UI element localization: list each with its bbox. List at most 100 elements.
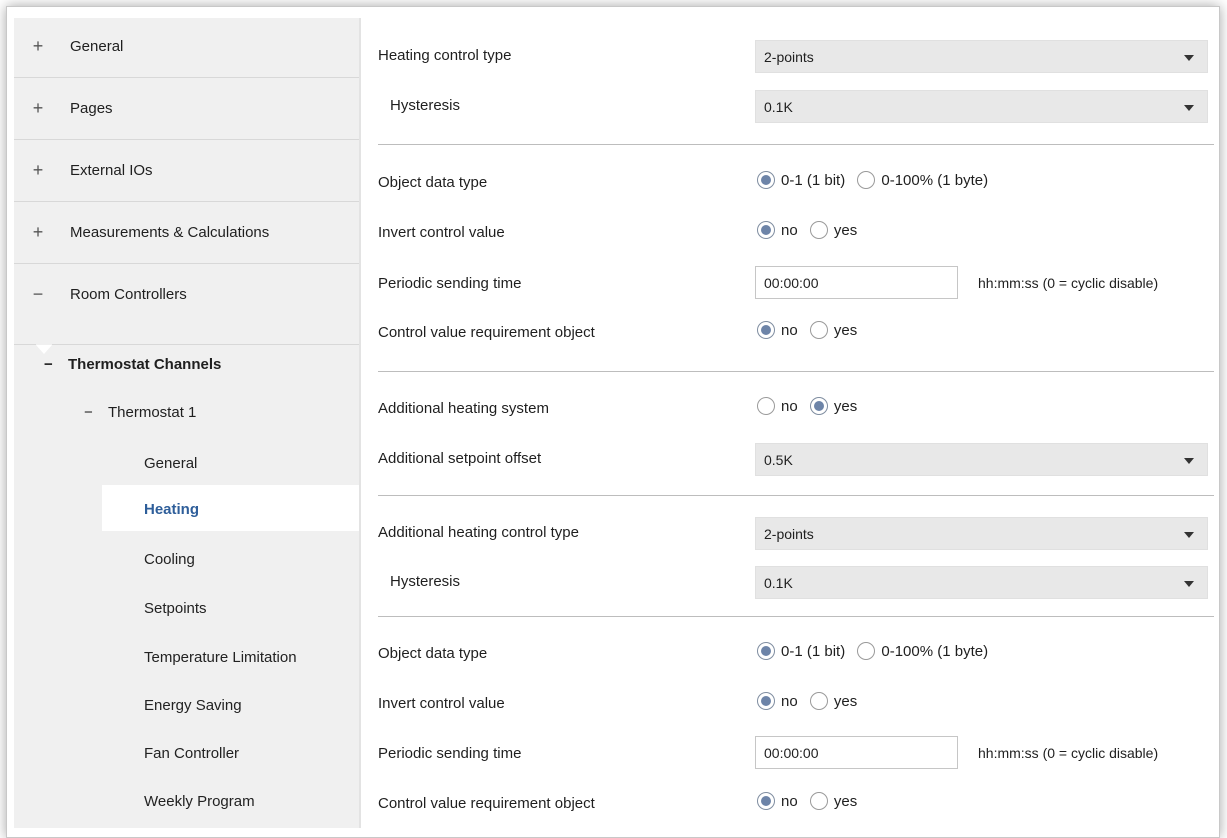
row-heating-control-type: Heating control type 2-points [362, 33, 1218, 79]
expand-plus-icon[interactable]: + [31, 160, 45, 180]
section-notch-icon [36, 345, 52, 354]
radio-label: 0-1 (1 bit) [781, 171, 846, 189]
hysteresis-2-select[interactable]: 0.1K [755, 566, 1208, 599]
radio-yes[interactable] [809, 397, 828, 416]
divider [14, 344, 36, 345]
requirement-2-radio-group: no yes [757, 792, 865, 811]
radio-label: 0-1 (1 bit) [781, 642, 846, 660]
radio-label: no [781, 792, 798, 810]
settings-panel: Heating control type 2-points Hysteresis… [362, 18, 1222, 828]
radio-label: no [781, 692, 798, 710]
sidebar-subitem-heating[interactable]: Heating [144, 501, 199, 518]
collapse-minus-icon[interactable]: − [31, 284, 45, 304]
sidebar-divider [359, 18, 361, 828]
collapse-minus-icon[interactable]: − [44, 356, 68, 373]
sidebar-subitem-fan-controller[interactable]: Fan Controller [144, 745, 239, 762]
requirement-radio-group: no yes [757, 321, 865, 340]
row-additional-heating-control-type: Additional heating control type 2-points [362, 510, 1218, 556]
sidebar-item-measurements[interactable]: + Measurements & Calculations [14, 204, 360, 264]
row-periodic-sending-time-2: Periodic sending time 00:00:00 hh:mm:ss … [362, 731, 1218, 777]
radio-1byte[interactable] [857, 171, 876, 190]
field-label: Hysteresis [390, 97, 461, 114]
field-label: Additional heating control type [378, 524, 579, 541]
field-label: Additional heating system [378, 400, 549, 417]
collapse-minus-icon[interactable]: − [84, 404, 108, 421]
radio-no[interactable] [757, 792, 775, 811]
tree-thermostat-channels[interactable]: − Thermostat Channels [44, 356, 221, 373]
sidebar-item-external-ios[interactable]: + External IOs [14, 142, 360, 202]
field-label: Invert control value [378, 695, 505, 712]
periodic-sending-time-2-input[interactable]: 00:00:00 [755, 736, 958, 769]
additional-system-radio-group: no yes [757, 397, 865, 416]
expand-plus-icon[interactable]: + [31, 222, 45, 242]
sidebar-subitem-setpoints[interactable]: Setpoints [144, 600, 207, 617]
sidebar-subitem-cooling[interactable]: Cooling [144, 551, 195, 568]
field-label: Object data type [378, 174, 488, 191]
sidebar-subitem-weekly-program[interactable]: Weekly Program [144, 793, 255, 810]
invert-2-radio-group: no yes [757, 692, 865, 711]
heating-control-type-select[interactable]: 2-points [755, 40, 1208, 73]
field-label: Additional setpoint offset [378, 450, 542, 467]
sidebar-item-label: Room Controllers [70, 286, 187, 303]
dropdown-arrow-icon [1184, 458, 1194, 464]
row-additional-heating-system: Additional heating system no yes [362, 386, 1218, 432]
radio-no[interactable] [757, 221, 775, 240]
radio-no[interactable] [757, 321, 775, 340]
field-label: Periodic sending time [378, 275, 522, 292]
sidebar-subitem-general[interactable]: General [144, 455, 197, 472]
expand-plus-icon[interactable]: + [31, 36, 45, 56]
row-additional-setpoint-offset: Additional setpoint offset 0.5K [362, 436, 1218, 482]
select-value: 2-points [764, 49, 814, 65]
radio-yes[interactable] [809, 792, 828, 811]
sidebar-subitem-temperature-limitation[interactable]: Temperature Limitation [144, 649, 297, 666]
field-label: Periodic sending time [378, 745, 522, 762]
radio-1bit[interactable] [757, 171, 775, 190]
row-control-value-requirement-2: Control value requirement object no yes [362, 781, 1218, 827]
radio-label: yes [833, 321, 858, 339]
row-periodic-sending-time: Periodic sending time 00:00:00 hh:mm:ss … [362, 261, 1218, 307]
field-label: Heating control type [378, 47, 512, 64]
sidebar: + General + Pages + External IOs + Measu… [14, 18, 374, 828]
radio-label: yes [833, 397, 858, 415]
object-data-type-2-radio-group: 0-1 (1 bit) 0-100% (1 byte) [757, 642, 996, 661]
radio-label: no [781, 221, 798, 239]
radio-1bit[interactable] [757, 642, 775, 661]
section-separator [378, 495, 1214, 496]
hysteresis-select[interactable]: 0.1K [755, 90, 1208, 123]
row-invert-control-value: Invert control value no yes [362, 210, 1218, 256]
input-value: 00:00:00 [764, 275, 819, 291]
unit-hint: hh:mm:ss (0 = cyclic disable) [978, 275, 1159, 291]
radio-yes[interactable] [809, 321, 828, 340]
section-separator [378, 371, 1214, 372]
radio-1byte[interactable] [857, 642, 876, 661]
row-object-data-type-2: Object data type 0-1 (1 bit) 0-100% (1 b… [362, 631, 1218, 677]
sidebar-subitem-energy-saving[interactable]: Energy Saving [144, 697, 242, 714]
sidebar-item-pages[interactable]: + Pages [14, 80, 360, 140]
sidebar-item-general[interactable]: + General [14, 18, 360, 78]
tree-thermostat-1[interactable]: − Thermostat 1 [84, 404, 196, 421]
invert-radio-group: no yes [757, 221, 865, 240]
row-invert-control-value-2: Invert control value no yes [362, 681, 1218, 727]
section-separator [378, 144, 1214, 145]
additional-control-type-select[interactable]: 2-points [755, 517, 1208, 550]
sidebar-item-room-controllers[interactable]: − Room Controllers [14, 266, 360, 326]
radio-no[interactable] [757, 397, 775, 416]
radio-no[interactable] [757, 692, 775, 711]
radio-label: yes [833, 221, 858, 239]
radio-label: yes [833, 792, 858, 810]
field-label: Control value requirement object [378, 795, 595, 812]
sidebar-item-label: External IOs [70, 162, 153, 179]
row-hysteresis: Hysteresis 0.1K [362, 83, 1218, 129]
radio-yes[interactable] [809, 221, 828, 240]
additional-offset-select[interactable]: 0.5K [755, 443, 1208, 476]
expand-plus-icon[interactable]: + [31, 98, 45, 118]
radio-label: no [781, 321, 798, 339]
dropdown-arrow-icon [1184, 105, 1194, 111]
dropdown-arrow-icon [1184, 532, 1194, 538]
periodic-sending-time-input[interactable]: 00:00:00 [755, 266, 958, 299]
row-object-data-type: Object data type 0-1 (1 bit) 0-100% (1 b… [362, 160, 1218, 206]
radio-label: no [781, 397, 798, 415]
dropdown-arrow-icon [1184, 581, 1194, 587]
unit-hint: hh:mm:ss (0 = cyclic disable) [978, 745, 1159, 761]
radio-yes[interactable] [809, 692, 828, 711]
